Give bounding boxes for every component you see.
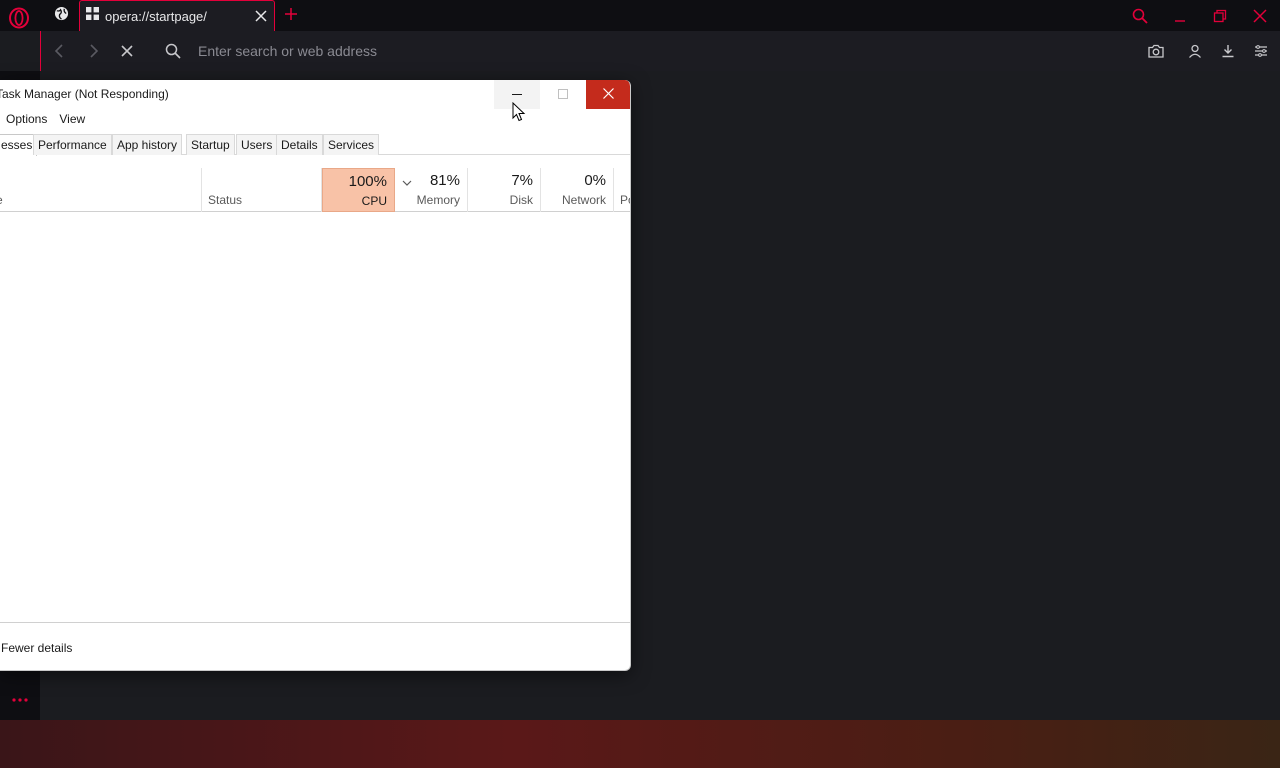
- download-icon[interactable]: [1216, 39, 1240, 63]
- task-manager-window: Task Manager (Not Responding) Options Vi…: [0, 80, 631, 671]
- process-column-headers: e Status 100% CPU 81% Memory 7% Disk 0% …: [0, 168, 630, 212]
- menu-bar: Options View: [0, 109, 91, 131]
- task-manager-footer: Fewer details: [0, 622, 630, 670]
- column-power[interactable]: Po: [614, 168, 630, 212]
- cpu-label: CPU: [361, 194, 387, 208]
- tab-strip: esses Performance App history Startup Us…: [0, 134, 630, 156]
- column-name-label: e: [0, 193, 3, 207]
- column-network[interactable]: 0% Network: [541, 168, 614, 212]
- close-window-icon[interactable]: [1248, 4, 1272, 28]
- close-button[interactable]: [586, 80, 630, 109]
- column-cpu[interactable]: 100% CPU: [322, 168, 395, 212]
- camera-icon[interactable]: [1144, 39, 1168, 63]
- column-name[interactable]: e: [0, 168, 202, 212]
- column-memory[interactable]: 81% Memory: [395, 168, 468, 212]
- window-title: Task Manager (Not Responding): [0, 87, 169, 101]
- account-icon[interactable]: [1183, 39, 1207, 63]
- tab-users[interactable]: Users: [236, 134, 278, 155]
- address-search-icon: [161, 39, 185, 63]
- globe-icon: [54, 6, 69, 26]
- fewer-details-link[interactable]: Fewer details: [1, 641, 72, 655]
- disk-label: Disk: [509, 193, 533, 207]
- column-status-label: Status: [208, 193, 243, 207]
- more-icon[interactable]: [6, 688, 34, 712]
- memory-percent: 81%: [429, 172, 460, 189]
- globe-tab[interactable]: [43, 0, 79, 31]
- column-disk[interactable]: 7% Disk: [468, 168, 541, 212]
- tab-startup[interactable]: Startup: [186, 134, 235, 155]
- browser-tab-strip: opera://startpage/: [0, 0, 1280, 31]
- disk-percent: 7%: [511, 172, 533, 189]
- close-icon[interactable]: [250, 5, 272, 27]
- tab-startpage[interactable]: opera://startpage/: [79, 0, 275, 31]
- mouse-cursor-icon: [512, 101, 526, 122]
- network-label: Network: [561, 193, 606, 207]
- minimize-icon: [512, 86, 522, 104]
- plus-icon[interactable]: [281, 4, 301, 24]
- maximize-button[interactable]: [540, 80, 586, 109]
- cpu-percent: 100%: [348, 173, 387, 190]
- opera-logo-icon[interactable]: [7, 6, 31, 30]
- tab-performance[interactable]: Performance: [33, 134, 112, 155]
- menu-icon[interactable]: [1249, 39, 1273, 63]
- tab-title: opera://startpage/: [105, 8, 207, 24]
- memory-label: Memory: [416, 193, 460, 207]
- column-power-label: Po: [620, 193, 630, 207]
- column-status[interactable]: Status: [202, 168, 322, 212]
- menu-view[interactable]: View: [53, 109, 91, 131]
- tab-app-history[interactable]: App history: [112, 134, 183, 155]
- tab-services[interactable]: Services: [323, 134, 380, 155]
- tab-details[interactable]: Details: [276, 134, 323, 155]
- search-icon[interactable]: [1128, 4, 1152, 28]
- close-icon: [603, 86, 614, 104]
- network-percent: 0%: [584, 172, 606, 189]
- restore-icon[interactable]: [1208, 4, 1232, 28]
- back-icon[interactable]: [48, 39, 72, 63]
- grid-icon: [86, 7, 99, 25]
- address-bar: [40, 31, 1280, 71]
- stop-icon[interactable]: [115, 39, 139, 63]
- menu-options[interactable]: Options: [0, 109, 53, 131]
- address-input[interactable]: [198, 40, 1098, 62]
- maximize-icon: [558, 86, 568, 104]
- minimize-icon[interactable]: [1168, 4, 1192, 28]
- tab-processes[interactable]: esses: [0, 134, 38, 156]
- forward-icon[interactable]: [81, 39, 105, 63]
- task-manager-titlebar[interactable]: Task Manager (Not Responding): [0, 80, 630, 109]
- taskbar: [0, 720, 1280, 768]
